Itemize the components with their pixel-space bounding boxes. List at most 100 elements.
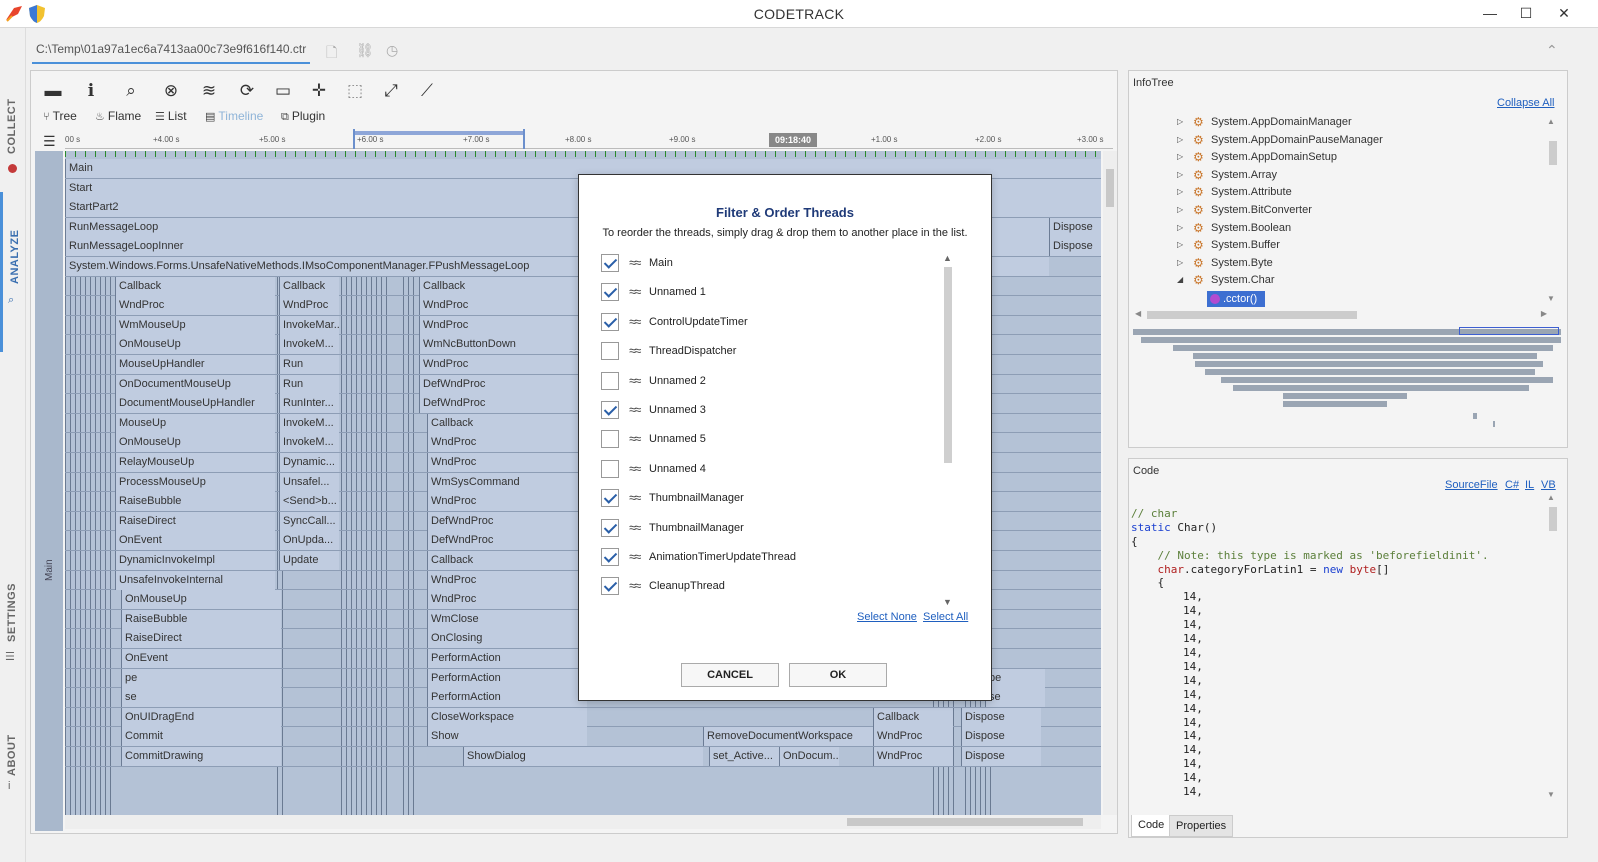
call-frame[interactable]: Dispose <box>961 747 1041 766</box>
call-frame[interactable]: InvokeMar... <box>279 315 339 335</box>
call-frame[interactable]: pe <box>985 668 1045 688</box>
call-frame[interactable]: WndProc <box>427 492 587 512</box>
call-frame[interactable]: WndProc <box>873 727 953 747</box>
call-frame[interactable]: <Send>b... <box>279 492 339 512</box>
code-vscroll[interactable]: ▲ ▼ <box>1547 493 1559 799</box>
thread-list-item[interactable]: ≈≈ Main <box>599 251 949 277</box>
collapsed-arrow-icon[interactable]: ▷ <box>1177 205 1183 214</box>
tab-properties[interactable]: Properties <box>1169 815 1234 837</box>
call-frame[interactable]: OnDocum... <box>779 747 839 766</box>
call-frame[interactable]: InvokeM... <box>279 433 339 453</box>
thread-list-item[interactable]: ≈≈ ControlUpdateTimer <box>599 310 949 336</box>
call-frame[interactable]: Callback <box>115 276 275 296</box>
call-frame[interactable]: OnEvent <box>121 649 281 668</box>
call-frame[interactable]: OnMouseUp <box>115 433 275 453</box>
collapsed-arrow-icon[interactable]: ▷ <box>1177 117 1183 126</box>
scroll-thumb[interactable] <box>1549 507 1557 531</box>
call-frame[interactable]: WmNcButtonDown <box>419 335 579 355</box>
chart-icon[interactable]: ⟋ <box>415 81 439 103</box>
call-frame[interactable]: DefWndProc <box>427 511 587 531</box>
vb-link[interactable]: VB <box>1541 479 1556 491</box>
call-frame[interactable]: Callback <box>419 276 579 296</box>
nav-about[interactable]: ABOUT i <box>0 732 26 812</box>
thread-list-item[interactable]: ≈≈ AnimationTimerUpdateThread <box>599 545 949 571</box>
file-icon[interactable]: 🗋 <box>326 42 342 60</box>
tab-plugin[interactable]: ⧉ Plugin <box>281 109 325 124</box>
call-frame[interactable]: OnEvent <box>115 531 275 551</box>
scroll-thumb[interactable] <box>944 267 952 463</box>
call-frame[interactable]: WndProc <box>427 433 587 453</box>
layout-icon[interactable]: ▭ <box>271 81 295 103</box>
thread-checkbox[interactable] <box>601 283 619 302</box>
call-frame[interactable]: WndProc <box>419 296 579 316</box>
csharp-link[interactable]: C# <box>1505 479 1519 491</box>
call-frame[interactable]: Run <box>279 355 339 374</box>
thread-checkbox[interactable] <box>601 548 619 566</box>
thread-checkbox[interactable] <box>601 254 619 272</box>
sourcefile-link[interactable]: SourceFile <box>1445 479 1498 491</box>
collapsed-arrow-icon[interactable]: ▷ <box>1177 258 1183 267</box>
scroll-left-icon[interactable]: ◀ <box>1135 309 1141 318</box>
call-frame[interactable]: WndProc <box>419 355 579 374</box>
tree-hscroll[interactable]: ◀ ▶ <box>1135 309 1547 321</box>
collapsed-arrow-icon[interactable]: ▷ <box>1177 187 1183 196</box>
vertical-scrollbar[interactable] <box>1103 151 1117 815</box>
thread-checkbox[interactable] <box>601 430 619 449</box>
nav-analyze[interactable]: ANALYZE ⌕ <box>0 192 26 352</box>
call-frame[interactable]: CommitDrawing <box>121 747 281 766</box>
call-frame[interactable]: Show <box>427 727 587 747</box>
time-selection-range[interactable] <box>353 129 525 149</box>
open-icon[interactable]: ▬ <box>41 81 65 103</box>
select-all-link[interactable]: Select All <box>923 611 968 623</box>
call-frame[interactable]: SyncCall... <box>279 511 339 531</box>
call-frame[interactable]: WndProc <box>427 570 587 590</box>
cancel-button[interactable]: CANCEL <box>681 663 779 687</box>
call-frame[interactable]: PerformAction <box>427 688 587 708</box>
call-frame[interactable]: OnUpda... <box>279 531 339 551</box>
menu-icon[interactable]: ☰ <box>43 133 56 150</box>
call-frame[interactable]: Update <box>279 551 339 570</box>
tree-selected-item[interactable]: .cctor() <box>1207 291 1265 307</box>
scroll-down-icon[interactable]: ▼ <box>1547 790 1555 799</box>
minimize-button[interactable]: — <box>1472 2 1508 24</box>
collapsed-arrow-icon[interactable]: ▷ <box>1177 135 1183 144</box>
collapse-all-link[interactable]: Collapse All <box>1497 97 1554 109</box>
collapsed-arrow-icon[interactable]: ▷ <box>1177 170 1183 179</box>
thread-checkbox[interactable] <box>601 518 619 537</box>
nav-collect[interactable]: COLLECT <box>0 70 26 180</box>
minimap[interactable] <box>1133 327 1561 445</box>
refresh-icon[interactable]: ⟳ <box>235 81 259 103</box>
thread-checkbox[interactable] <box>601 577 619 596</box>
call-frame[interactable]: DynamicInvokeImpl <box>115 551 275 570</box>
collapsed-arrow-icon[interactable]: ▷ <box>1177 240 1183 249</box>
call-frame[interactable]: WmSysCommand <box>427 472 587 492</box>
thread-list-item[interactable]: ≈≈ Unnamed 1 <box>599 280 949 306</box>
call-frame[interactable]: RaiseDirect <box>115 511 275 531</box>
scroll-down-icon[interactable]: ▼ <box>943 597 952 607</box>
call-frame[interactable]: PerformAction <box>427 668 587 688</box>
document-tab[interactable]: C:\Temp\01a97a1ec6a7413aa00c73e9f616f140… <box>32 38 311 64</box>
info-icon[interactable]: i <box>79 81 103 103</box>
call-frame[interactable]: OnClosing <box>427 629 587 649</box>
call-frame[interactable]: se <box>121 688 271 708</box>
tab-code[interactable]: Code <box>1131 815 1172 837</box>
call-frame[interactable]: Dispose <box>1049 237 1101 257</box>
call-frame[interactable]: pe <box>121 668 271 688</box>
call-frame[interactable]: DefWndProc <box>427 531 587 551</box>
horizontal-scrollbar[interactable] <box>65 815 1101 829</box>
call-frame[interactable]: Dispose <box>1049 217 1101 237</box>
call-frame[interactable]: Commit <box>121 727 281 747</box>
ok-button[interactable]: OK <box>789 663 887 687</box>
threads-icon[interactable]: ≋ <box>197 81 221 103</box>
scroll-thumb[interactable] <box>1106 169 1114 207</box>
call-frame[interactable]: WndProc <box>115 296 275 316</box>
call-frame[interactable]: Dynamic... <box>279 453 339 472</box>
call-frame[interactable]: ProcessMouseUp <box>115 472 275 492</box>
thread-list-item[interactable]: ≈≈ CleanupThread <box>599 574 949 600</box>
call-frame[interactable]: Callback <box>427 413 587 433</box>
thread-checkbox[interactable] <box>601 459 619 478</box>
call-frame[interactable]: WndProc <box>279 296 339 316</box>
thread-checkbox[interactable] <box>601 489 619 508</box>
tab-list[interactable]: ☰ List <box>155 109 187 123</box>
dialog-scrollbar[interactable]: ▲ ▼ <box>943 253 953 607</box>
